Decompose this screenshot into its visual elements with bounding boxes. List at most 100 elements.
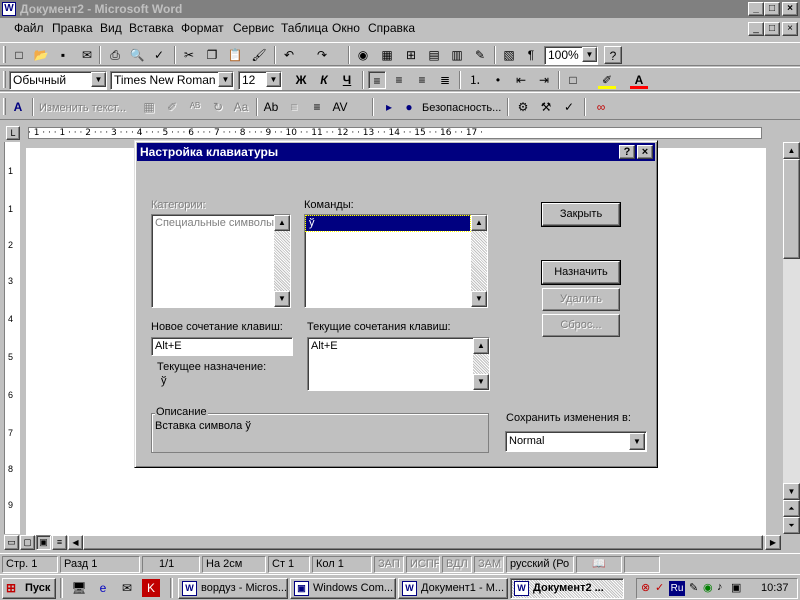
decrease-indent-icon[interactable]: ⇤ <box>512 71 530 89</box>
print-icon[interactable]: ⎙ <box>106 46 124 64</box>
status-rec[interactable]: ЗАП <box>374 556 404 573</box>
maximize-button[interactable]: □ <box>764 2 780 16</box>
next-page-icon[interactable]: ⏷ <box>783 517 800 534</box>
security-button[interactable]: Безопасность... <box>422 102 501 114</box>
close-button[interactable]: × <box>782 2 798 16</box>
reset-button[interactable]: Сброс... <box>542 314 620 337</box>
dialog-title-bar[interactable]: Настройка клавиатуры ? × <box>137 143 655 161</box>
record-icon[interactable]: ● <box>400 98 418 116</box>
categories-scrollbar[interactable]: ▲ ▼ <box>274 215 290 307</box>
network-icon[interactable]: ◉ <box>703 581 713 594</box>
chevron-up-icon[interactable]: ▲ <box>471 215 487 231</box>
current-shortcuts-scrollbar[interactable]: ▲ ▼ <box>473 338 489 390</box>
free-rotate-icon[interactable]: ↻ <box>209 98 227 116</box>
word-app-icon[interactable]: W <box>2 2 16 16</box>
print-layout-icon[interactable]: ▣ <box>36 535 51 550</box>
chevron-down-icon[interactable]: ▼ <box>266 72 281 87</box>
assign-button[interactable]: Назначить <box>541 260 621 285</box>
menu-window[interactable]: Окно <box>332 18 360 38</box>
new-shortcut-input[interactable]: Alt+E <box>151 337 293 356</box>
email-icon[interactable]: ✉ <box>78 46 96 64</box>
chevron-down-icon[interactable]: ▼ <box>473 374 489 390</box>
bullets-icon[interactable]: • <box>489 71 507 89</box>
prev-page-icon[interactable]: ⏶ <box>783 500 800 517</box>
outline-view-icon[interactable]: ≡ <box>52 535 67 550</box>
document-map-icon[interactable]: ▧ <box>500 46 518 64</box>
app-icon[interactable]: K <box>142 579 160 597</box>
scroll-thumb[interactable] <box>783 159 800 259</box>
doc-minimize-button[interactable]: _ <box>748 22 764 36</box>
chart-icon[interactable]: ✓ <box>560 98 578 116</box>
spelling-status-icon[interactable]: 📖 <box>576 556 622 573</box>
horizontal-scroll-thumb[interactable] <box>83 535 763 550</box>
internet-explorer-icon[interactable]: e <box>94 579 112 597</box>
close-icon[interactable]: × <box>637 145 653 159</box>
scroll-up-icon[interactable]: ▲ <box>783 142 800 159</box>
justify-icon[interactable]: ≣ <box>436 71 454 89</box>
task-button[interactable]: ▣ Windows Com... <box>290 578 396 599</box>
links-icon[interactable]: ∞ <box>592 98 610 116</box>
menu-view[interactable]: Вид <box>100 18 122 38</box>
borders-icon[interactable]: □ <box>564 71 582 89</box>
redo-icon[interactable]: ↷ <box>313 46 331 64</box>
chevron-down-icon[interactable]: ▼ <box>91 72 106 87</box>
format-wordart-icon[interactable]: ✐ <box>163 98 181 116</box>
save-icon[interactable]: ▪ <box>54 46 72 64</box>
insert-table-icon[interactable]: ⊞ <box>402 46 420 64</box>
tray-tool-icon[interactable]: ✎ <box>689 581 698 594</box>
cut-icon[interactable]: ✂ <box>180 46 198 64</box>
insert-excel-icon[interactable]: ▤ <box>425 46 443 64</box>
language-indicator[interactable]: Ru <box>669 581 685 596</box>
current-shortcuts-list[interactable]: Alt+E ▲ ▼ <box>307 337 490 391</box>
paste-icon[interactable]: 📋 <box>226 46 244 64</box>
minimize-button[interactable]: _ <box>748 2 764 16</box>
alignment-icon[interactable]: ≡ <box>285 98 303 116</box>
menu-insert[interactable]: Вставка <box>129 18 174 38</box>
normal-view-icon[interactable]: ▭ <box>4 535 19 550</box>
spacing-icon[interactable]: ≡ <box>308 98 326 116</box>
save-in-select[interactable]: Normal ▼ <box>505 431 647 452</box>
wordart-shape-icon[interactable]: ᴬᴮ <box>186 98 204 116</box>
start-button[interactable]: ⊞ Пуск <box>2 578 56 599</box>
bold-button[interactable]: Ж <box>292 71 310 89</box>
style-combo[interactable]: Обычный ▼ <box>9 71 107 90</box>
list-item[interactable]: Специальные символы <box>155 217 274 229</box>
outlook-icon[interactable]: ✉ <box>118 579 136 597</box>
italic-button[interactable]: К <box>315 71 333 89</box>
status-ext[interactable]: ВДЛ <box>442 556 472 573</box>
format-painter-icon[interactable]: 🖌 <box>250 46 268 64</box>
numbering-icon[interactable]: ⒈ <box>466 71 484 89</box>
same-height-icon[interactable]: Aa <box>232 98 250 116</box>
tables-borders-icon[interactable]: ▦ <box>378 46 396 64</box>
status-ovr[interactable]: ЗАМ <box>474 556 504 573</box>
vertical-text-icon[interactable]: Ab <box>262 98 280 116</box>
change-text-button[interactable]: Изменить текст... <box>39 102 126 114</box>
help-icon[interactable]: ? <box>619 145 635 159</box>
menu-table[interactable]: Таблица <box>281 18 328 38</box>
print-preview-icon[interactable]: 🔍 <box>128 46 146 64</box>
status-trk[interactable]: ИСПР <box>406 556 440 573</box>
tab-selector-icon[interactable]: L <box>6 126 20 140</box>
menu-format[interactable]: Формат <box>181 18 224 38</box>
scroll-down-icon[interactable]: ▼ <box>783 483 800 500</box>
chevron-down-icon[interactable]: ▼ <box>274 291 290 307</box>
underline-button[interactable]: Ч <box>338 71 356 89</box>
volume-icon[interactable]: ♪ <box>717 581 723 593</box>
close-dialog-button[interactable]: Закрыть <box>541 202 621 227</box>
commands-scrollbar[interactable]: ▲ ▼ <box>471 215 487 307</box>
list-item-selected[interactable]: ў <box>305 215 471 232</box>
gallery-icon[interactable]: ▦ <box>140 98 158 116</box>
task-button[interactable]: W Документ1 - М... <box>398 578 508 599</box>
menu-help[interactable]: Справка <box>368 18 415 38</box>
menu-tools[interactable]: Сервис <box>233 18 274 38</box>
wordart-icon[interactable]: A <box>9 98 27 116</box>
chevron-down-icon[interactable]: ▼ <box>582 47 597 62</box>
task-button-active[interactable]: W Документ2 ... <box>510 578 624 599</box>
vertical-ruler[interactable]: 1 1 2 3 4 5 6 7 8 9 <box>4 142 20 534</box>
commands-list[interactable]: ў ▲ ▼ <box>304 214 488 308</box>
copy-icon[interactable]: ❐ <box>203 46 221 64</box>
spelling-icon[interactable]: ✓ <box>150 46 168 64</box>
chevron-down-icon[interactable]: ▼ <box>218 72 233 87</box>
help-icon[interactable]: ? <box>604 46 622 64</box>
scroll-right-icon[interactable]: ▶ <box>765 535 781 550</box>
